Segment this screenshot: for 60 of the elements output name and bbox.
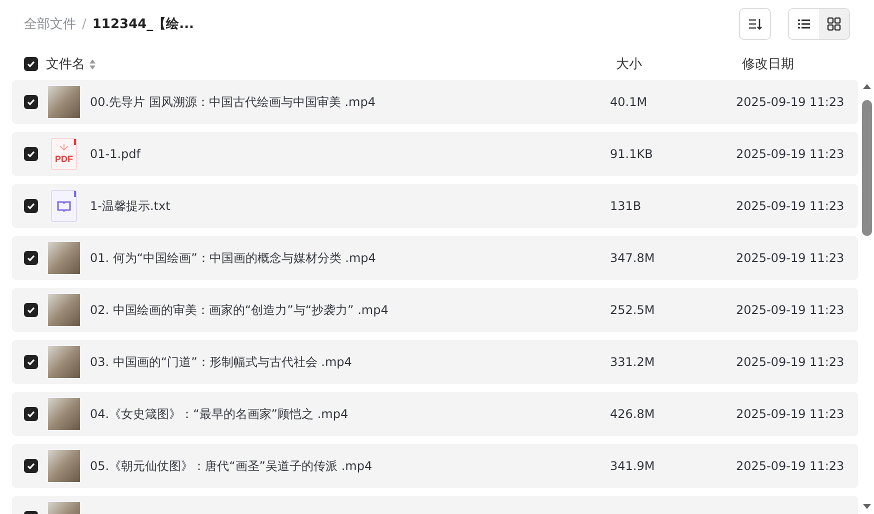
file-name: 1-温馨提示.txt bbox=[90, 198, 172, 214]
file-size: 40.1M bbox=[610, 95, 648, 109]
file-row[interactable]: 04.《女史箴图》：“最早的名画家”顾恺之 .mp4 426.8M 2025-09-19 11:23 bbox=[12, 392, 858, 436]
video-thumbnail bbox=[48, 398, 80, 430]
checkbox[interactable] bbox=[24, 251, 38, 265]
checkbox[interactable] bbox=[24, 303, 38, 317]
file-name: 00.先导片 国风溯源：中国古代绘画与中国审美 .mp4 bbox=[90, 94, 376, 110]
column-header[interactable]: 文件名 bbox=[46, 55, 85, 73]
pdf-label: PDF bbox=[55, 154, 73, 164]
video-thumbnail bbox=[48, 294, 80, 326]
file-size: 131B bbox=[610, 199, 642, 213]
file-row[interactable]: 03. 中国画的“门道”：形制幅式与古代社会 .mp4 331.2M 2025-09-19 11:23 bbox=[12, 340, 858, 384]
text-file-icon bbox=[48, 190, 80, 222]
file-row[interactable]: 05.《朝元仙仗图》：唐代“画圣”吴道子的传派 .mp4 341.9M 2025-09-19 11:23 bbox=[12, 444, 858, 488]
file-row[interactable]: PDF 01-1.pdf 91.1KB 2025-09-19 11:23 bbox=[12, 132, 858, 176]
checkbox[interactable] bbox=[24, 57, 38, 71]
file-size: 347.8M bbox=[610, 251, 656, 265]
list-view-icon bbox=[797, 17, 811, 31]
file-size: 91.1KB bbox=[610, 147, 654, 161]
modified-date: 2025-09-19 11:23 bbox=[736, 251, 846, 265]
checkbox[interactable] bbox=[24, 355, 38, 369]
checkbox[interactable] bbox=[24, 147, 38, 161]
file-size: 331.2M bbox=[610, 355, 656, 369]
file-name: 01. 何为“中国绘画”：中国画的概念与媒材分类 .mp4 bbox=[90, 250, 377, 266]
view-toggle-button[interactable] bbox=[819, 9, 849, 39]
modified-date: 2025-09-19 11:23 bbox=[736, 355, 846, 369]
modified-date: 2025-09-19 11:23 bbox=[736, 303, 846, 317]
breadcrumb-separator: / bbox=[82, 16, 86, 32]
video-thumbnail bbox=[48, 86, 80, 118]
video-thumbnail bbox=[48, 450, 80, 482]
modified-date: 2025-09-19 11:23 bbox=[736, 199, 846, 213]
file-row[interactable]: 00.先导片 国风溯源：中国古代绘画与中国审美 .mp4 40.1M 2025-09-19 11:23 bbox=[12, 80, 858, 124]
file-row[interactable]: 1-温馨提示.txt 131B 2025-09-19 11:23 bbox=[12, 184, 858, 228]
checkbox[interactable] bbox=[24, 407, 38, 421]
video-thumbnail bbox=[48, 242, 80, 274]
modified-date: 2025-09-19 11:23 bbox=[736, 459, 846, 473]
file-size: 426.8M bbox=[610, 407, 656, 421]
sort-button[interactable] bbox=[739, 8, 771, 40]
file-name: 01-1.pdf bbox=[90, 147, 142, 161]
modified-date: 2025-09-19 11:23 bbox=[736, 407, 846, 421]
column-header[interactable]: 修改日期 bbox=[742, 55, 794, 73]
column-header[interactable]: 大小 bbox=[616, 55, 642, 73]
file-name: 03. 中国画的“门道”：形制幅式与古代社会 .mp4 bbox=[90, 354, 353, 370]
checkbox[interactable] bbox=[24, 459, 38, 473]
file-name: 05.《朝元仙仗图》：唐代“画圣”吴道子的传派 .mp4 bbox=[90, 458, 374, 474]
file-size: 341.9M bbox=[610, 459, 656, 473]
checkbox[interactable] bbox=[24, 199, 38, 213]
modified-date: 2025-09-19 11:23 bbox=[736, 95, 846, 109]
file-size: 252.5M bbox=[610, 303, 656, 317]
file-name: 02. 中国绘画的审美：画家的“创造力”与“抄袭力” .mp4 bbox=[90, 302, 390, 318]
breadcrumb-item[interactable]: 112344_【绘... bbox=[92, 15, 194, 33]
sort-icon[interactable] bbox=[89, 58, 96, 70]
checkbox[interactable] bbox=[24, 95, 38, 109]
sort-order-icon bbox=[748, 17, 762, 31]
grid-view-icon bbox=[827, 17, 841, 31]
modified-date: 2025-09-19 11:23 bbox=[736, 147, 846, 161]
file-row[interactable]: 02. 中国绘画的审美：画家的“创造力”与“抄袭力” .mp4 252.5M 2025-09-19 11:23 bbox=[12, 288, 858, 332]
file-row[interactable]: 01. 何为“中国绘画”：中国画的概念与媒材分类 .mp4 347.8M 2025-09-19 11:23 bbox=[12, 236, 858, 280]
video-thumbnail bbox=[48, 346, 80, 378]
file-name: 04.《女史箴图》：“最早的名画家”顾恺之 .mp4 bbox=[90, 406, 350, 422]
